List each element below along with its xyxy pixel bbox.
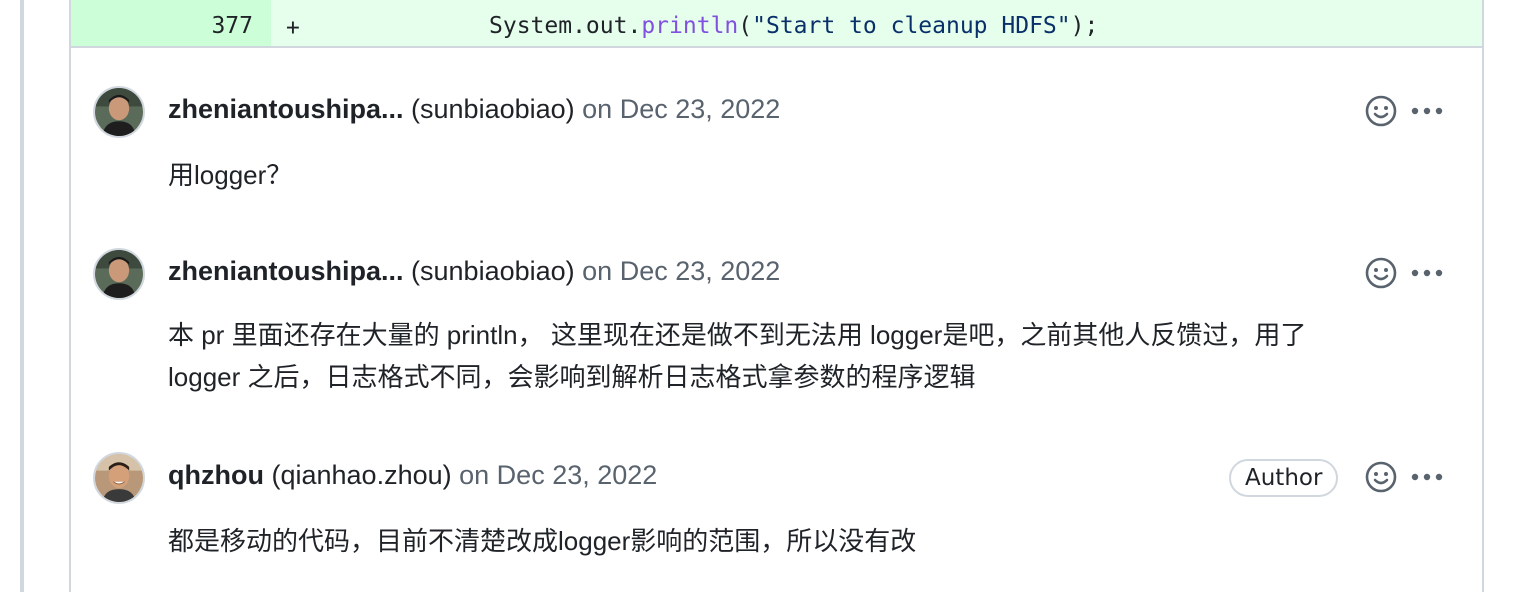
- review-comment: zheniantoushipa... (sunbiaobiao) on Dec …: [93, 86, 1463, 206]
- diff-add-marker: +: [286, 15, 300, 41]
- author-login[interactable]: qhzhou: [168, 460, 264, 490]
- diff-code: System.out.println("Start to cleanup HDF…: [489, 0, 1098, 52]
- kebab-horizontal-icon[interactable]: [1407, 93, 1447, 129]
- comment-timestamp[interactable]: on Dec 23, 2022: [459, 460, 657, 490]
- review-comment: qhzhou (qianhao.zhou) on Dec 23, 2022 Au…: [93, 452, 1463, 592]
- author-badge: Author: [1229, 459, 1339, 497]
- avatar-image: [95, 250, 143, 298]
- code-prefix: System.out.: [489, 13, 642, 39]
- review-comment: zheniantoushipa... (sunbiaobiao) on Dec …: [93, 248, 1463, 408]
- code-string: "Start to cleanup HDFS": [752, 13, 1071, 39]
- code-close: );: [1070, 13, 1099, 39]
- comment-body: 用logger？: [168, 154, 1428, 196]
- author-login[interactable]: zheniantoushipa...: [168, 256, 404, 286]
- code-method: println: [641, 13, 739, 39]
- author-name: (qianhao.zhou): [271, 460, 452, 490]
- kebab-horizontal-icon[interactable]: [1407, 459, 1447, 495]
- avatar[interactable]: [93, 86, 145, 138]
- comment-body: 本 pr 里面还存在大量的 println， 这里现在还是做不到无法用 logg…: [168, 314, 1428, 398]
- comment-body: 都是移动的代码，目前不清楚改成logger影响的范围，所以没有改: [168, 520, 1428, 562]
- avatar[interactable]: [93, 452, 145, 504]
- comment-body-line: 本 pr 里面还存在大量的 println， 这里现在还是做不到无法用 logg…: [168, 320, 1307, 350]
- code-open-paren: (: [738, 13, 753, 39]
- comment-header: zheniantoushipa... (sunbiaobiao) on Dec …: [168, 91, 780, 127]
- timeline-line: [20, 0, 24, 592]
- avatar-image: [95, 88, 143, 136]
- kebab-horizontal-icon[interactable]: [1407, 255, 1447, 291]
- smiley-icon[interactable]: [1363, 255, 1399, 291]
- smiley-icon[interactable]: [1363, 93, 1399, 129]
- author-name: (sunbiaobiao): [411, 94, 575, 124]
- comment-timestamp[interactable]: on Dec 23, 2022: [582, 94, 780, 124]
- diff-line-number[interactable]: 377: [71, 0, 271, 46]
- comment-header: qhzhou (qianhao.zhou) on Dec 23, 2022: [168, 457, 657, 493]
- avatar-image: [95, 454, 143, 502]
- author-name: (sunbiaobiao): [411, 256, 575, 286]
- review-thread: 377 + System.out.println("Start to clean…: [69, 0, 1484, 592]
- comment-body-line: 用logger？: [168, 160, 293, 190]
- diff-line-added: 377 + System.out.println("Start to clean…: [71, 0, 1482, 48]
- comment-body-line: 都是移动的代码，目前不清楚改成logger影响的范围，所以没有改: [168, 526, 917, 556]
- smiley-icon[interactable]: [1363, 459, 1399, 495]
- comment-timestamp[interactable]: on Dec 23, 2022: [582, 256, 780, 286]
- author-login[interactable]: zheniantoushipa...: [168, 94, 404, 124]
- comment-header: zheniantoushipa... (sunbiaobiao) on Dec …: [168, 253, 780, 289]
- avatar[interactable]: [93, 248, 145, 300]
- comment-body-line: logger 之后，日志格式不同，会影响到解析日志格式拿参数的程序逻辑: [168, 362, 976, 392]
